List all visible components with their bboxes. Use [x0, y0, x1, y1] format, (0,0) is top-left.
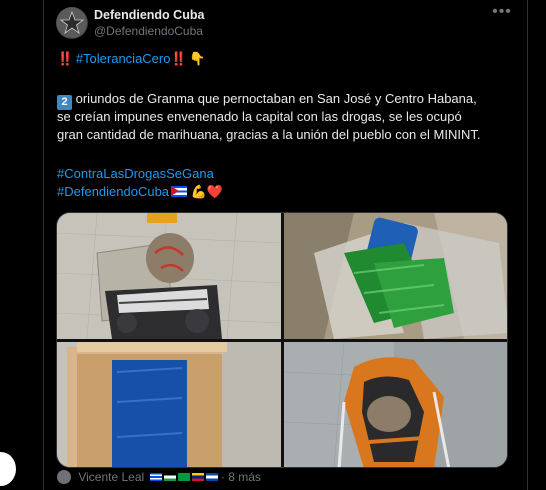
photo-green-packages[interactable] — [284, 213, 507, 339]
double-exclamation-icon: ‼️ — [170, 51, 186, 66]
tweet-line-6: #DefendiendoCuba 💪❤️ — [57, 183, 517, 201]
cuba-flag-icon — [171, 186, 188, 197]
flexed-biceps-icon: 💪 — [190, 184, 207, 199]
venezuela-flag-icon — [191, 473, 204, 481]
more-options-icon[interactable]: ••• — [490, 4, 514, 22]
author-avatar[interactable] — [56, 7, 88, 39]
footer-avatar — [57, 470, 71, 484]
tweet-line-5: #ContraLasDrogasSeGana — [57, 165, 517, 183]
tweet-card[interactable]: Defendiendo Cuba @DefendiendoCuba ••• ‼️… — [44, 0, 527, 490]
tweet-text-line: oriundos de Granma que pernoctaban en Sa… — [75, 91, 477, 106]
brazil-flag-icon — [177, 473, 190, 481]
tweet-line-4: gran cantidad de marihuana, gracias a la… — [57, 127, 481, 142]
red-heart-icon: ❤️ — [206, 184, 224, 199]
tweet-line-1: ‼️ #ToleranciaCero‼️ 👇 — [57, 50, 517, 68]
author-handle[interactable]: @DefendiendoCuba — [94, 24, 203, 38]
footer-more-text: 8 más — [228, 470, 261, 484]
package-on-floor-photo-icon — [57, 213, 281, 339]
footer-author-name[interactable]: Vicente Leal — [78, 470, 144, 484]
blue-package-photo-icon — [57, 342, 281, 467]
hashtag-defendiendo-cuba[interactable]: #DefendiendoCuba — [57, 184, 169, 199]
hashtag-contra-las-drogas[interactable]: #ContraLasDrogasSeGana — [57, 166, 214, 181]
double-exclamation-icon: ‼️ — [57, 51, 73, 66]
tweet-footer: Vicente Leal · 8 más — [57, 470, 261, 484]
photo-open-backpack[interactable] — [284, 342, 507, 467]
author-name[interactable]: Defendiendo Cuba — [94, 8, 204, 22]
tweet-line-3: se creían impunes envenenado la capital … — [57, 109, 462, 124]
media-grid[interactable] — [56, 212, 508, 468]
photo-blue-package[interactable] — [57, 342, 281, 467]
photo-package-floor[interactable] — [57, 213, 281, 339]
nicaragua-flag-icon — [205, 473, 218, 481]
open-backpack-photo-icon — [284, 342, 507, 467]
green-packages-photo-icon — [284, 213, 507, 339]
right-divider — [527, 0, 528, 490]
left-rail — [0, 0, 44, 490]
cuba-flag-icon — [149, 473, 162, 481]
star-logo-icon — [57, 8, 87, 38]
hashtag-tolerancia-cero[interactable]: #ToleranciaCero — [76, 51, 171, 66]
tweet-line-2: 2 oriundos de Granma que pernoctaban en … — [57, 90, 517, 110]
pointing-down-icon: 👇 — [189, 51, 206, 66]
palestine-flag-icon — [163, 473, 176, 481]
